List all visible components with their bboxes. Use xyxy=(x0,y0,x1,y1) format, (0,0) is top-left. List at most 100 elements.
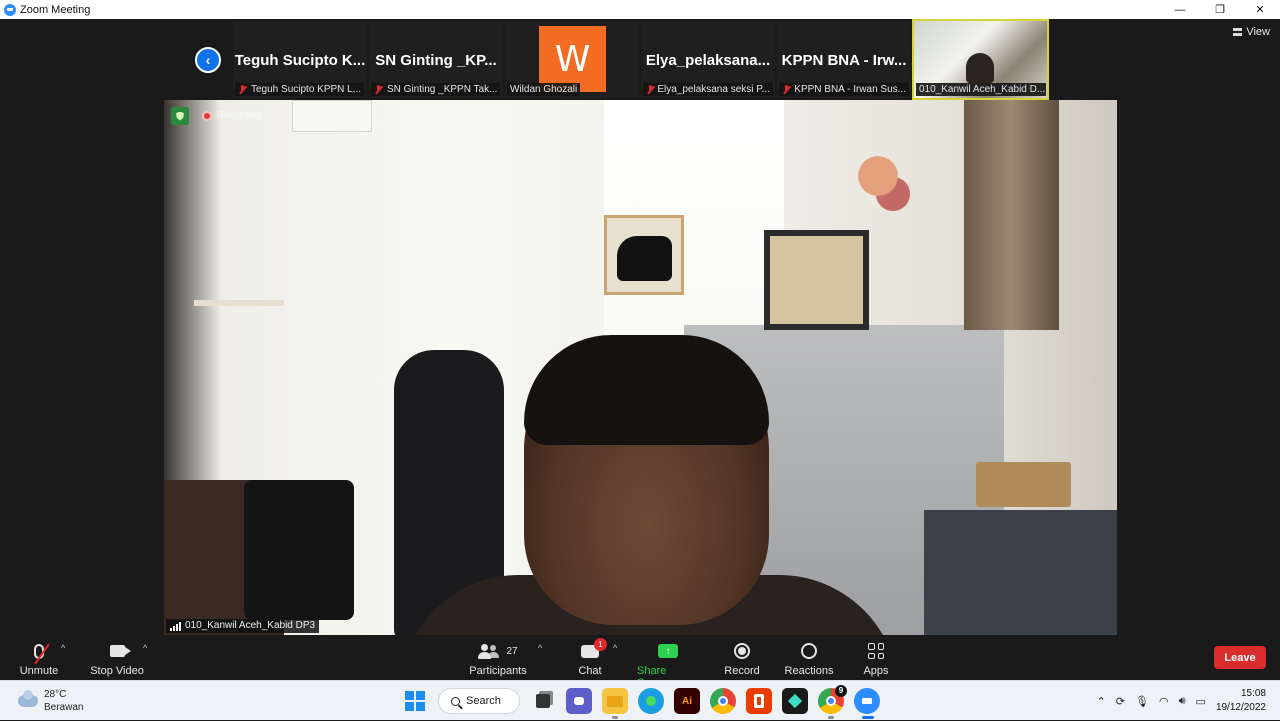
weather-description: Berawan xyxy=(44,702,84,713)
participant-name-label: KPPN BNA - Irwan Sus... xyxy=(779,83,909,96)
apps-label: Apps xyxy=(863,665,889,677)
chevron-left-icon: ‹ xyxy=(205,52,211,68)
restore-button[interactable]: ❐ xyxy=(1200,0,1240,19)
reactions-label: Reactions xyxy=(784,665,834,677)
office-app[interactable] xyxy=(746,688,772,714)
weather-widget[interactable]: 28°C Berawan xyxy=(18,688,83,714)
participants-options-caret[interactable]: ^ xyxy=(538,643,542,653)
stop-video-button[interactable]: Stop Video xyxy=(90,641,144,677)
close-button[interactable]: ✕ xyxy=(1240,0,1280,19)
minimize-button[interactable]: — xyxy=(1160,0,1200,19)
participants-icon xyxy=(478,644,500,659)
participant-big-name: KPPN BNA - Irw... xyxy=(781,52,907,69)
unmute-button[interactable]: Unmute xyxy=(20,641,58,677)
leave-button[interactable]: Leave xyxy=(1214,646,1266,669)
chrome-profile-app[interactable]: 9 xyxy=(818,685,847,719)
edge-browser-app[interactable] xyxy=(638,688,664,714)
clock-time: 15:08 xyxy=(1240,688,1266,699)
video-bg-flowers xyxy=(854,140,914,230)
video-camera-icon xyxy=(109,645,131,657)
chrome-icon xyxy=(826,696,836,706)
share-screen-arrow-icon: ↑ xyxy=(658,644,678,658)
video-options-caret[interactable]: ^ xyxy=(143,643,147,653)
main-video: Recording 010_Kanwil Aceh_Kabid DP3 xyxy=(164,100,1117,635)
participant-big-name: Elya_pelaksana... xyxy=(645,52,771,69)
chat-bubble-icon xyxy=(574,697,584,705)
wifi-icon[interactable]: ◠ xyxy=(1159,695,1169,708)
volume-icon[interactable]: 🔊︎ xyxy=(1179,695,1186,708)
window-title: Zoom Meeting xyxy=(20,3,91,16)
participant-tile[interactable]: Teguh Sucipto K... Teguh Sucipto KPPN L.… xyxy=(233,21,367,98)
weather-temperature: 28°C xyxy=(44,689,67,700)
participants-count: 27 xyxy=(506,645,518,657)
microphone-muted-icon xyxy=(34,643,50,664)
participant-name: Wildan Ghozali xyxy=(510,84,578,95)
video-bg-boot-frame xyxy=(604,215,684,295)
main-video-name: 010_Kanwil Aceh_Kabid DP3 xyxy=(185,620,316,631)
battery-icon[interactable]: ▭ xyxy=(1196,695,1206,708)
unmute-label: Unmute xyxy=(19,665,59,677)
record-icon xyxy=(734,643,750,659)
search-icon xyxy=(451,696,460,706)
participants-button[interactable]: 27 Participants xyxy=(469,641,527,677)
participants-label: Participants xyxy=(469,665,527,677)
windows-logo-icon xyxy=(405,691,425,711)
chat-button[interactable]: 1 Chat xyxy=(578,637,607,677)
illustrator-icon: Ai xyxy=(682,695,692,707)
chat-options-caret[interactable]: ^ xyxy=(613,643,617,653)
chrome-icon xyxy=(718,696,728,706)
participant-name: Teguh Sucipto KPPN L... xyxy=(251,84,362,95)
video-bg-wood-board xyxy=(964,100,1059,330)
audio-options-caret[interactable]: ^ xyxy=(61,643,65,653)
zoom-app[interactable] xyxy=(854,688,880,719)
chrome-badge: 9 xyxy=(835,685,847,697)
video-bg-ac xyxy=(292,100,372,132)
sync-icon[interactable]: ⟳ xyxy=(1116,695,1125,708)
chrome-app[interactable] xyxy=(710,688,736,714)
reactions-button[interactable]: Reactions xyxy=(784,641,834,677)
os-taskbar: 28°C Berawan Search Ai 9 ⌃ ⟳ 🎙︎ ◠ 🔊︎ ▭ 1… xyxy=(0,680,1280,720)
meeting-area: ‹ Teguh Sucipto K... Teguh Sucipto KPPN … xyxy=(0,19,1280,635)
muted-mic-icon xyxy=(782,85,790,94)
clock-date: 19/12/2022 xyxy=(1215,702,1266,713)
view-button[interactable]: View xyxy=(1233,26,1270,38)
video-bg-picture-frame xyxy=(764,230,869,330)
zoom-app-icon xyxy=(4,3,16,16)
zoom-camera-icon xyxy=(862,698,872,704)
file-explorer-app[interactable] xyxy=(602,688,628,719)
video-bg-dark-desk xyxy=(924,510,1117,635)
muted-mic-icon xyxy=(238,85,247,94)
teams-chat-app[interactable] xyxy=(566,688,592,714)
encryption-shield-icon[interactable] xyxy=(171,107,189,125)
meeting-toolbar: Unmute ^ Stop Video ^ 27 Participants ^ … xyxy=(0,635,1280,689)
participant-name: SN Ginting _KPPN Tak... xyxy=(387,84,498,95)
taskbar-search[interactable]: Search xyxy=(438,688,520,714)
apps-grid-icon xyxy=(868,643,884,659)
participant-name: KPPN BNA - Irwan Sus... xyxy=(794,84,906,95)
participant-name: 010_Kanwil Aceh_Kabid D... xyxy=(919,84,1046,95)
participant-big-name: Teguh Sucipto K... xyxy=(234,52,366,69)
stop-video-label: Stop Video xyxy=(90,665,144,677)
gallery-prev-button[interactable]: ‹ xyxy=(195,47,221,73)
participant-tile[interactable]: Elya_pelaksana... Elya_pelaksana seksi P… xyxy=(641,21,775,98)
capcut-app[interactable] xyxy=(782,688,808,714)
start-button[interactable] xyxy=(402,688,428,714)
edge-icon xyxy=(646,696,656,706)
apps-button[interactable]: Apps xyxy=(862,641,890,677)
participant-big-name: SN Ginting _KP... xyxy=(375,52,497,69)
record-button[interactable]: Record xyxy=(724,641,760,677)
clock[interactable]: 15:08 19/12/2022 xyxy=(1216,687,1266,715)
participant-name-label: SN Ginting _KPPN Tak... xyxy=(371,83,501,96)
illustrator-app[interactable]: Ai xyxy=(674,688,700,714)
microphone-icon[interactable]: 🎙︎ xyxy=(1135,695,1149,708)
chevron-up-icon[interactable]: ⌃ xyxy=(1097,695,1106,708)
folder-icon xyxy=(607,695,623,707)
participant-tile[interactable]: SN Ginting _KP... SN Ginting _KPPN Tak..… xyxy=(369,21,503,98)
recording-label: Recording xyxy=(216,110,262,121)
participant-tile-active-speaker[interactable]: 010_Kanwil Aceh_Kabid D... xyxy=(912,19,1049,100)
task-view-icon xyxy=(536,694,550,708)
participant-tile[interactable]: KPPN BNA - Irw... KPPN BNA - Irwan Sus..… xyxy=(777,21,911,98)
chat-unread-badge: 1 xyxy=(594,637,607,651)
participant-tile[interactable]: W Wildan Ghozali xyxy=(505,21,639,98)
task-view-button[interactable] xyxy=(530,688,556,714)
